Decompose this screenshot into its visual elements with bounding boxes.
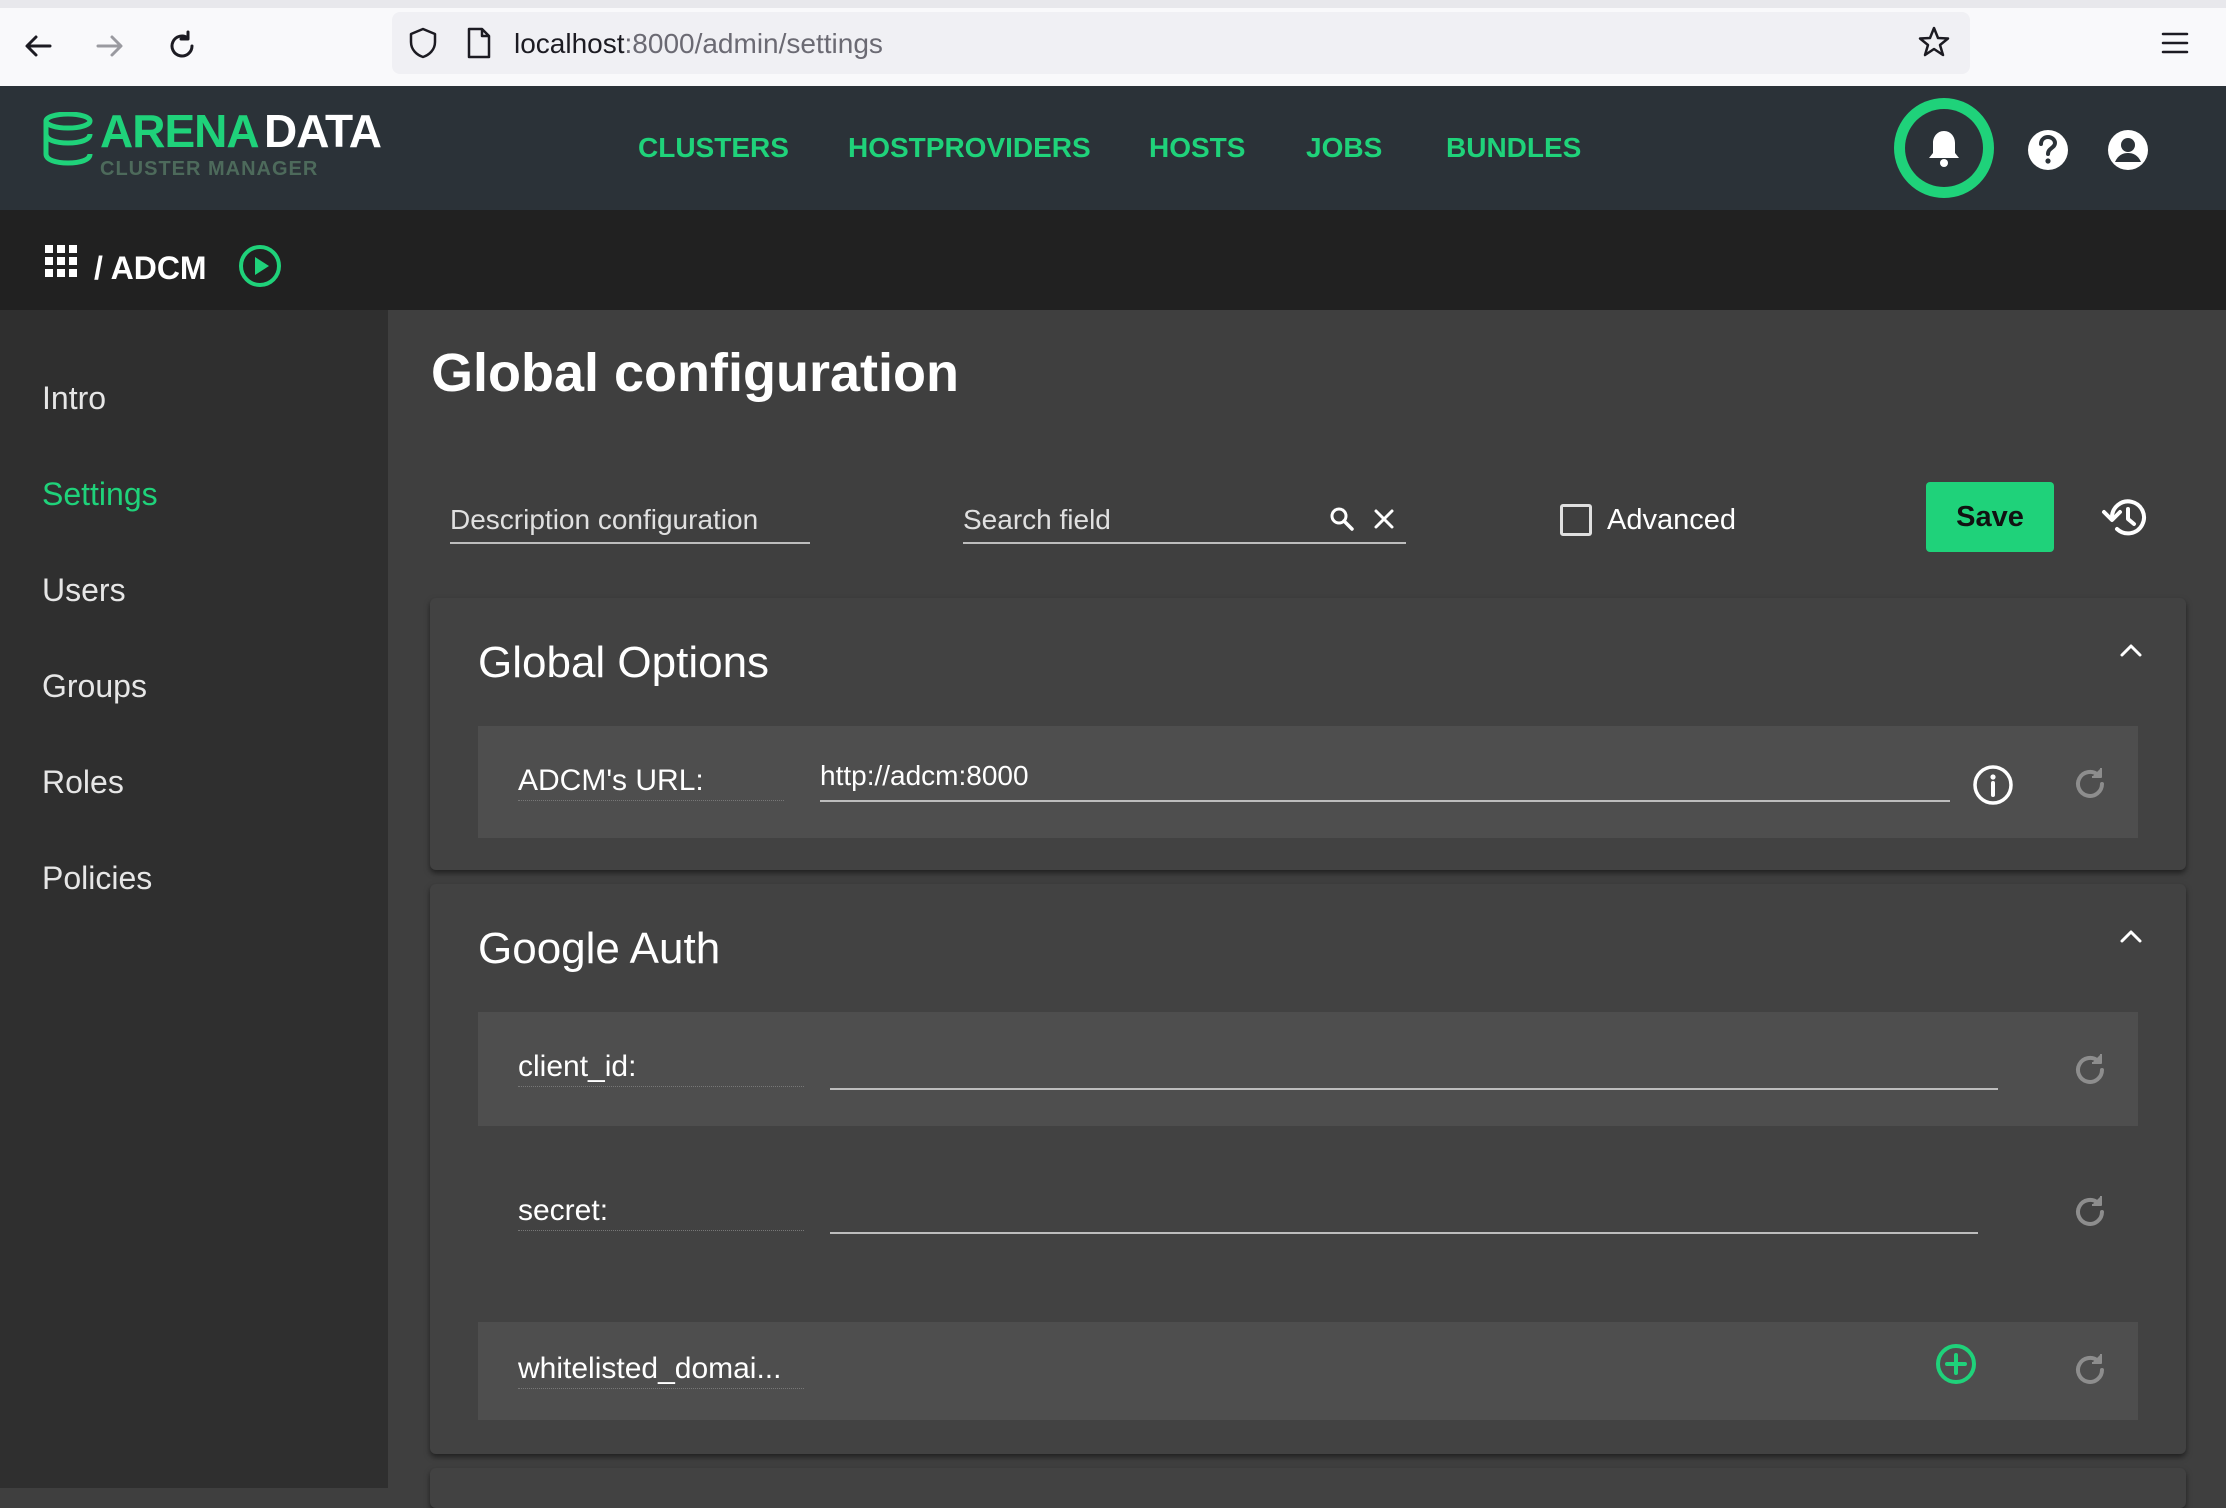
section-title: Global Options	[478, 638, 770, 687]
field-value: http://adcm:8000	[820, 760, 1029, 791]
search-placeholder: Search field	[963, 504, 1111, 535]
secret-input[interactable]	[830, 1192, 1978, 1234]
field-label: ADCM's URL:	[518, 764, 784, 801]
help-icon[interactable]	[2026, 128, 2070, 172]
browser-toolbar: localhost:8000/admin/settings	[0, 0, 2226, 86]
notifications-inner	[1905, 109, 1983, 187]
chevron-up-icon[interactable]	[2116, 640, 2146, 660]
info-icon[interactable]	[1972, 764, 2014, 806]
field-row: secret:	[478, 1156, 2138, 1272]
logo-arena-text: ARENA	[100, 105, 260, 157]
play-circle-icon[interactable]	[238, 244, 282, 288]
section-title: Google Auth	[478, 924, 721, 973]
chevron-up-icon[interactable]	[2116, 926, 2146, 946]
sidebar-item-roles[interactable]: Roles	[42, 764, 124, 801]
search-icon[interactable]	[1329, 506, 1355, 532]
history-icon[interactable]	[2100, 496, 2148, 540]
add-circle-icon[interactable]	[1934, 1342, 1978, 1386]
save-button[interactable]: Save	[1926, 482, 2054, 552]
sidebar-item-policies[interactable]: Policies	[42, 860, 152, 897]
section-global-options: Global Options ADCM's URL: http://adcm:8…	[430, 598, 2186, 870]
nav-clusters[interactable]: CLUSTERS	[638, 132, 789, 164]
reset-icon[interactable]	[2070, 764, 2110, 804]
url-path: :8000/admin/settings	[624, 28, 883, 59]
field-row: client_id:	[478, 1012, 2138, 1126]
field-label: client_id:	[518, 1050, 804, 1087]
advanced-label[interactable]: Advanced	[1607, 504, 1736, 537]
reset-icon[interactable]	[2070, 1350, 2110, 1390]
sidebar-item-intro[interactable]: Intro	[42, 380, 106, 417]
page-title: Global configuration	[431, 343, 959, 403]
reset-icon[interactable]	[2070, 1050, 2110, 1090]
field-label: secret:	[518, 1194, 804, 1231]
apps-grid-icon[interactable]	[44, 244, 78, 278]
reset-icon[interactable]	[2070, 1192, 2110, 1232]
notifications-button[interactable]	[1894, 98, 1994, 198]
url-text[interactable]: localhost:8000/admin/settings	[514, 28, 883, 60]
adcm-url-input[interactable]: http://adcm:8000	[820, 760, 1950, 802]
nav-jobs[interactable]: JOBS	[1306, 132, 1382, 164]
description-placeholder: Description configuration	[450, 504, 759, 535]
logo[interactable]: ARENA DATA CLUSTER MANAGER	[42, 102, 402, 192]
sidebar-item-settings[interactable]: Settings	[42, 476, 158, 513]
back-arrow-icon[interactable]	[20, 28, 56, 64]
section-next	[430, 1468, 2186, 1508]
forward-arrow-icon[interactable]	[92, 28, 128, 64]
field-row: whitelisted_domai...	[478, 1322, 2138, 1420]
bell-icon	[1929, 131, 1959, 167]
breadcrumb[interactable]: / ADCM	[94, 250, 207, 287]
shield-icon[interactable]	[406, 26, 440, 60]
clear-icon[interactable]	[1373, 508, 1395, 530]
logo-icon	[43, 112, 93, 166]
account-icon[interactable]	[2106, 128, 2150, 172]
client-id-input[interactable]	[830, 1048, 1998, 1090]
nav-hostproviders[interactable]: HOSTPROVIDERS	[848, 132, 1091, 164]
hamburger-menu-icon[interactable]	[2160, 30, 2190, 56]
star-icon[interactable]	[1916, 24, 1952, 60]
nav-hosts[interactable]: HOSTS	[1149, 132, 1245, 164]
logo-data-text: DATA	[264, 105, 382, 157]
field-label: whitelisted_domai...	[518, 1352, 804, 1389]
reload-icon[interactable]	[164, 28, 200, 64]
browser-tab-strip	[0, 0, 2226, 8]
nav-bundles[interactable]: BUNDLES	[1446, 132, 1581, 164]
breadcrumb-bar: / ADCM	[0, 210, 2226, 310]
description-field[interactable]: Description configuration	[450, 500, 810, 544]
sidebar-item-groups[interactable]: Groups	[42, 668, 147, 705]
section-google-auth: Google Auth client_id: secret: whitelist…	[430, 884, 2186, 1454]
field-row: ADCM's URL: http://adcm:8000	[478, 726, 2138, 838]
search-input[interactable]: Search field	[963, 500, 1406, 544]
app-header: ARENA DATA CLUSTER MANAGER CLUSTERS HOST…	[0, 86, 2226, 210]
advanced-checkbox[interactable]	[1560, 504, 1592, 536]
logo-subtitle: CLUSTER MANAGER	[100, 158, 319, 180]
url-host: localhost	[514, 28, 625, 59]
page-icon	[467, 27, 491, 59]
sidebar-item-users[interactable]: Users	[42, 572, 126, 609]
